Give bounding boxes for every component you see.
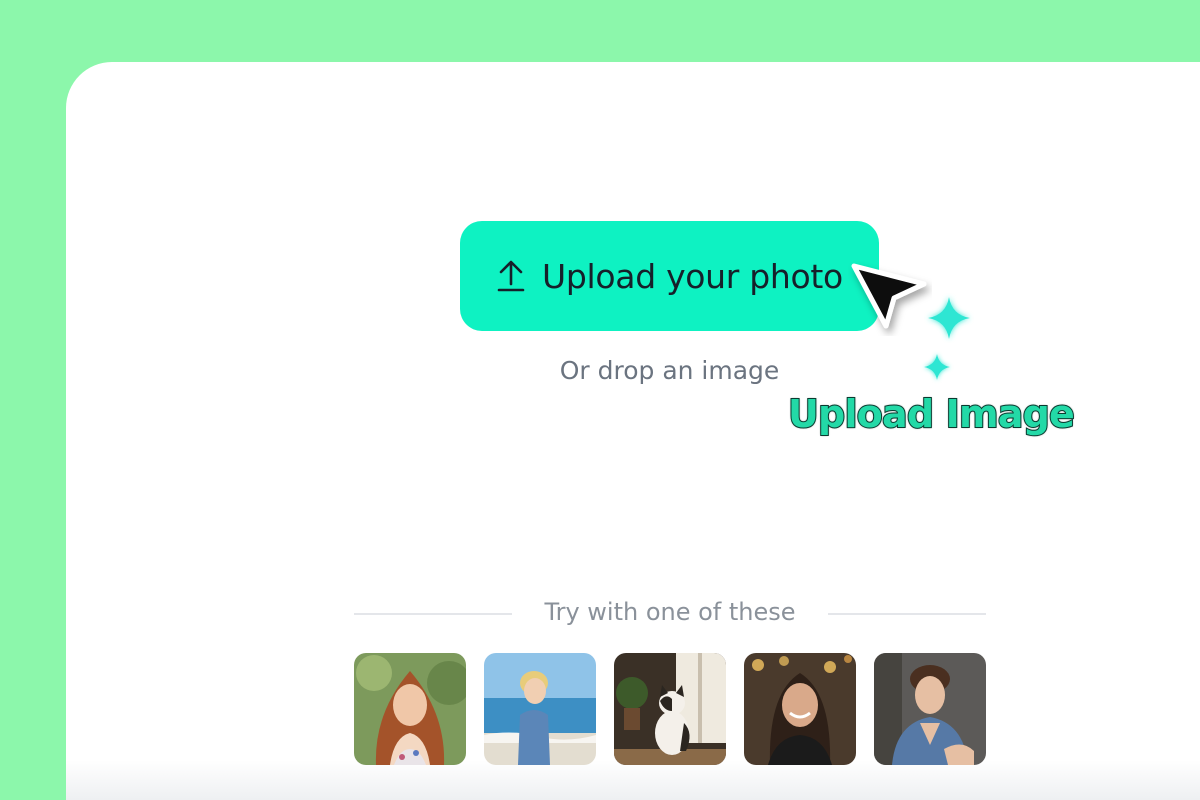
sample-thumb-woman-red-hair[interactable] — [354, 653, 466, 765]
sample-thumb-cat[interactable] — [614, 653, 726, 765]
sparkle-small-icon — [924, 354, 950, 380]
sample-thumbnails — [354, 653, 986, 765]
upload-image-callout: Upload Image — [787, 391, 1076, 437]
drop-image-hint: Or drop an image — [559, 356, 780, 385]
sample-thumb-young-man[interactable] — [874, 653, 986, 765]
mouse-cursor-icon — [851, 263, 927, 329]
sample-thumb-smiling-woman[interactable] — [744, 653, 856, 765]
upload-arrow-icon — [497, 260, 525, 292]
upload-photo-button[interactable]: Upload your photo — [460, 221, 879, 331]
divider-left — [354, 613, 512, 615]
samples-heading: Try with one of these — [544, 598, 796, 626]
divider-right — [828, 613, 986, 615]
samples-heading-row: Try with one of these — [354, 596, 986, 632]
sample-thumb-boy-beach[interactable] — [484, 653, 596, 765]
upload-button-label: Upload your photo — [542, 256, 843, 296]
card-bottom-fade — [66, 760, 1200, 800]
sparkle-icon — [928, 297, 970, 339]
